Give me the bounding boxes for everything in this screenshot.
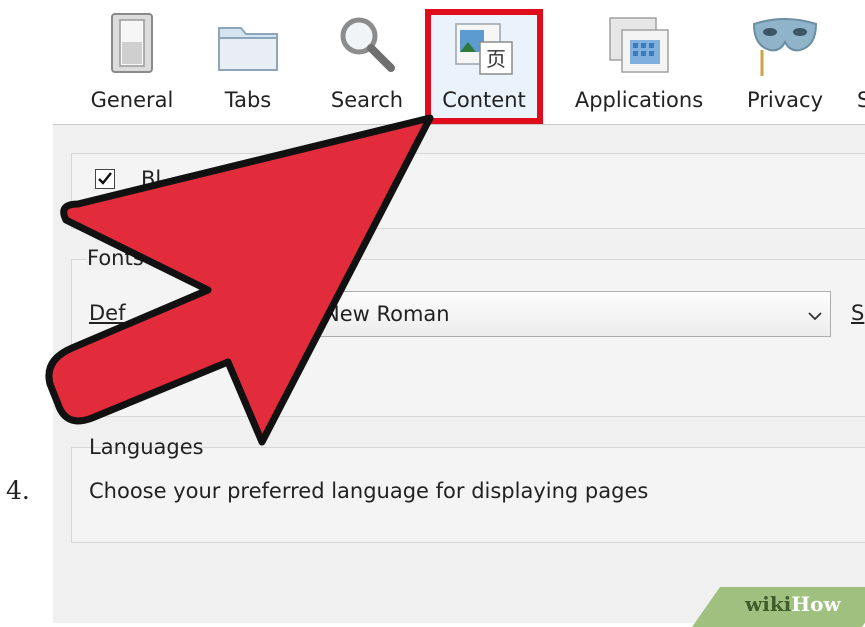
block-popups-checkbox[interactable]: [95, 169, 115, 189]
toolbar-label-content: Content: [442, 88, 526, 112]
chevron-down-icon: [808, 306, 822, 325]
popup-group: [71, 153, 865, 229]
magnifier-icon: [337, 14, 397, 78]
content-page-icon: 页: [452, 20, 516, 82]
toolbar-item-applications[interactable]: Applications: [563, 0, 715, 124]
watermark-wiki: wiki: [745, 592, 792, 616]
default-font-label: Def: [89, 301, 126, 325]
folder-icon: [217, 20, 279, 76]
preferences-toolbar: General Tabs Search 页 Content Applicatio…: [53, 0, 865, 124]
toolbar-item-tabs[interactable]: Tabs: [197, 0, 299, 124]
toolbar-label-tabs: Tabs: [224, 88, 272, 112]
check-icon: [98, 172, 112, 185]
default-font-value: New Roman: [324, 302, 450, 326]
block-popups-label: Bl: [141, 167, 162, 191]
mask-icon: [750, 14, 820, 82]
watermark-how: How: [791, 592, 841, 616]
wikihow-watermark: wikiHow: [745, 592, 841, 616]
applications-icon: [608, 16, 670, 78]
toolbar-item-content[interactable]: 页 Content: [431, 0, 537, 124]
toolbar-label-search: Search: [330, 88, 404, 112]
font-size-label: S: [851, 301, 865, 325]
toolbar-label-security: S: [857, 88, 865, 112]
default-font-select[interactable]: New Roman: [213, 291, 831, 337]
toolbar-item-search[interactable]: Search: [315, 0, 419, 124]
fonts-legend: Fonts &: [87, 246, 171, 270]
step-number: 4.: [6, 476, 30, 505]
toolbar-item-general[interactable]: General: [77, 0, 187, 124]
toolbar-item-security[interactable]: S: [853, 0, 865, 124]
content-preferences-pane: Bl Fonts & Def New Roman S Languages Cho…: [53, 124, 865, 623]
toolbar-label-privacy: Privacy: [746, 88, 824, 112]
languages-legend: Languages: [89, 435, 204, 459]
languages-description: Choose your preferred language for displ…: [89, 479, 649, 503]
toolbar-label-general: General: [90, 88, 174, 112]
switch-icon: [110, 12, 154, 78]
fonts-group: [71, 259, 865, 417]
toolbar-item-privacy[interactable]: Privacy: [733, 0, 837, 124]
svg-text:页: 页: [486, 47, 506, 71]
toolbar-label-applications: Applications: [574, 88, 704, 112]
